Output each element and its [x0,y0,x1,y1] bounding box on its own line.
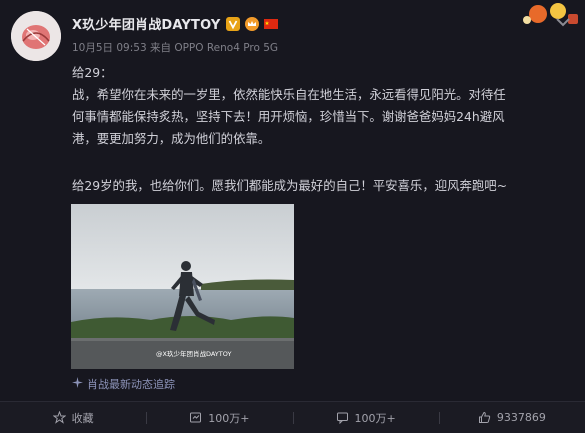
weibo-post-card: X玖少年团肖战DAYTOY 10月5日 09:53 来自 OPPO Reno4 … [0,0,585,433]
post-text-closing: 给29岁的我，也给你们。愿我们都能成为最好的自己！平安喜乐，迎风奔跑吧~ [72,178,508,193]
action-bar: 收藏 100万+ 100万+ 9337869 [0,402,585,433]
post-text-line: 何事情都能保持炙热，坚持下去！用开烦恼，珍惜当下。谢谢爸爸妈妈24h避风 [72,109,505,124]
post-text-line: 港，要更加努力，成为他们的依靠。 [72,131,271,146]
repost-icon [190,412,202,423]
comment-icon [336,412,348,424]
comment-count: 100万+ [354,411,396,425]
post-text-line: 给29： [72,65,113,80]
repost-count: 100万+ [208,411,250,425]
favorite-label: 收藏 [71,411,94,425]
topic-link[interactable]: 肖战最新动态追踪 [72,376,175,392]
holiday-decoration-icon [518,0,585,30]
author-row: X玖少年团肖战DAYTOY [72,13,278,33]
china-flag-icon [263,16,278,30]
favorite-button[interactable]: 收藏 [0,402,146,433]
member-crown-icon [244,16,259,31]
star-icon [52,411,66,424]
repost-button[interactable]: 100万+ [146,402,292,433]
thumbs-up-icon [478,411,491,423]
post-text-line: 战，希望你在未来的一岁里，依然能快乐自在地生活，永远看得见阳光。对待任 [72,87,506,102]
chevron-down-icon[interactable] [555,12,571,27]
comment-button[interactable]: 100万+ [292,402,439,433]
verified-v-icon [225,16,240,31]
like-button[interactable]: 9337869 [438,402,585,433]
author-name[interactable]: X玖少年团肖战DAYTOY [72,14,221,33]
like-count: 9337869 [496,411,546,424]
photo-watermark: @X玖少年团肖战DAYTOY [156,349,231,358]
post-photo[interactable]: @X玖少年团肖战DAYTOY [71,204,294,369]
topic-label: 肖战最新动态追踪 [87,378,175,391]
sparkle-icon [72,377,83,391]
avatar[interactable] [11,11,61,61]
post-meta: 10月5日 09:53 来自 OPPO Reno4 Pro 5G [72,42,279,54]
